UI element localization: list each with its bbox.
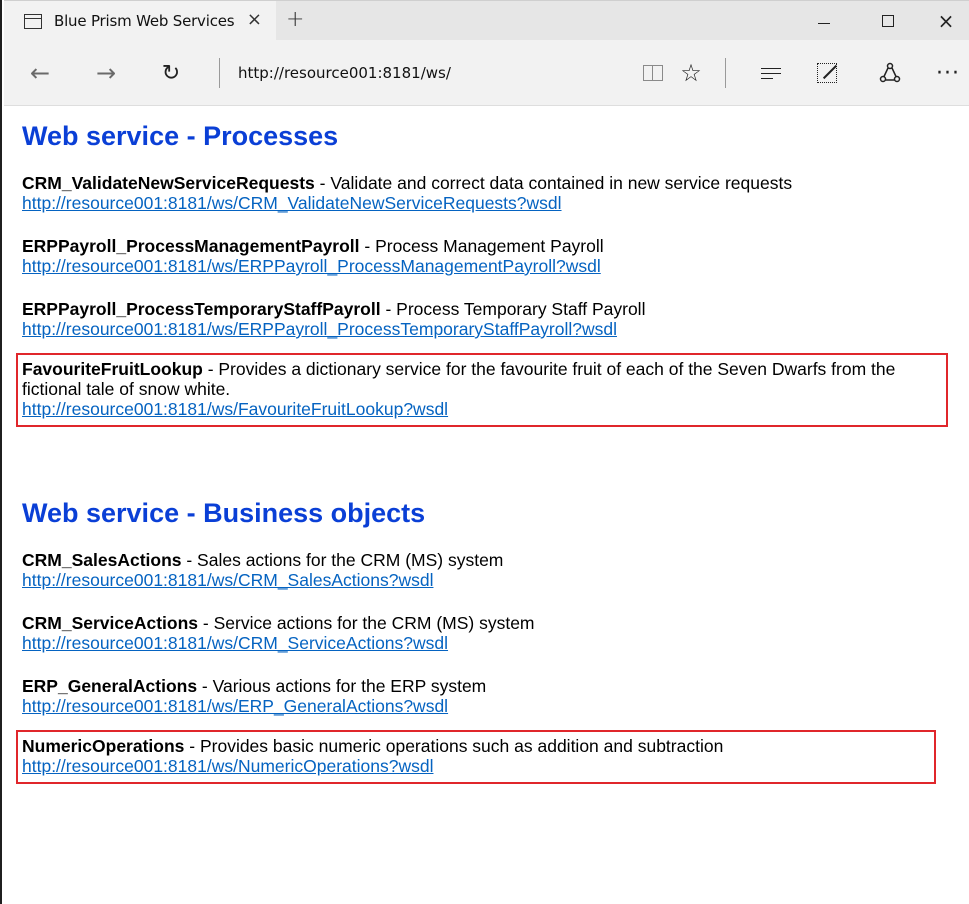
more-button[interactable]: ··· — [933, 58, 963, 88]
page-icon — [24, 13, 42, 29]
web-note-button[interactable] — [812, 58, 842, 88]
service-name: CRM_SalesActions — [22, 550, 182, 570]
business-objects-heading: Web service - Business objects — [22, 498, 426, 528]
processes-heading: Web service - Processes — [22, 121, 339, 151]
maximize-icon — [882, 15, 894, 27]
page-content: Web service - Processes CRM_ValidateNewS… — [16, 106, 969, 784]
forward-button[interactable]: → — [90, 58, 122, 88]
list-item: CRM_ValidateNewServiceRequests - Validat… — [22, 173, 969, 213]
maximize-button[interactable] — [859, 1, 917, 41]
list-item: ERPPayroll_ProcessManagementPayroll - Pr… — [22, 236, 969, 276]
service-description: - Process Temporary Staff Payroll — [380, 299, 646, 319]
list-item: ERPPayroll_ProcessTemporaryStaffPayroll … — [22, 299, 969, 339]
forward-arrow-icon: → — [95, 59, 117, 87]
nav-divider — [219, 58, 220, 88]
share-button[interactable] — [875, 58, 905, 88]
list-item: ERP_GeneralActions - Various actions for… — [22, 676, 969, 716]
minimize-button[interactable] — [795, 1, 853, 41]
service-name: ERPPayroll_ProcessManagementPayroll — [22, 236, 360, 256]
wsdl-link[interactable]: http://resource001:8181/ws/CRM_ServiceAc… — [22, 633, 448, 653]
service-name: FavouriteFruitLookup — [22, 359, 203, 379]
service-description: - Process Management Payroll — [359, 236, 604, 256]
web-note-icon — [817, 63, 837, 83]
toolbar-divider — [725, 58, 726, 88]
service-name: CRM_ValidateNewServiceRequests — [22, 173, 315, 193]
share-icon — [879, 62, 901, 83]
more-icon: ··· — [936, 60, 960, 86]
address-bar[interactable]: http://resource001:8181/ws/ — [238, 60, 451, 86]
service-description: - Various actions for the ERP system — [197, 676, 487, 696]
service-description: - Validate and correct data contained in… — [314, 173, 793, 193]
processes-list: CRM_ValidateNewServiceRequests - Validat… — [16, 173, 969, 427]
service-name: ERP_GeneralActions — [22, 676, 198, 696]
favorite-button[interactable]: ☆ — [676, 58, 706, 88]
service-description: - Sales actions for the CRM (MS) system — [181, 550, 504, 570]
title-bar: Blue Prism Web Services × + × — [4, 0, 969, 41]
wsdl-link[interactable]: http://resource001:8181/ws/FavouriteFrui… — [22, 399, 448, 419]
reading-view-icon — [643, 65, 663, 81]
new-tab-icon[interactable]: + — [286, 7, 304, 33]
navigation-bar: ← → ↻ http://resource001:8181/ws/ ☆ ··· — [4, 40, 969, 106]
close-window-button[interactable]: × — [917, 1, 969, 41]
hub-icon — [761, 64, 781, 83]
wsdl-link[interactable]: http://resource001:8181/ws/ERP_GeneralAc… — [22, 696, 448, 716]
refresh-icon: ↻ — [161, 60, 181, 86]
tab-close-icon[interactable]: × — [247, 10, 262, 30]
back-arrow-icon: ← — [29, 59, 51, 87]
service-name: NumericOperations — [22, 736, 185, 756]
back-button[interactable]: ← — [24, 58, 56, 88]
wsdl-link[interactable]: http://resource001:8181/ws/NumericOperat… — [22, 756, 433, 776]
wsdl-link[interactable]: http://resource001:8181/ws/ERPPayroll_Pr… — [22, 319, 617, 339]
browser-tab[interactable]: Blue Prism Web Services × — [4, 1, 276, 41]
refresh-button[interactable]: ↻ — [155, 58, 187, 88]
reading-view-button[interactable] — [638, 58, 668, 88]
highlighted-list-item: NumericOperations - Provides basic numer… — [16, 730, 936, 784]
browser-window: Blue Prism Web Services × + × ← → ↻ http… — [0, 0, 969, 904]
wsdl-link[interactable]: http://resource001:8181/ws/CRM_ValidateN… — [22, 193, 562, 213]
wsdl-link[interactable]: http://resource001:8181/ws/ERPPayroll_Pr… — [22, 256, 601, 276]
tab-title: Blue Prism Web Services — [54, 12, 235, 30]
wsdl-link[interactable]: http://resource001:8181/ws/CRM_SalesActi… — [22, 570, 433, 590]
highlighted-list-item: FavouriteFruitLookup - Provides a dictio… — [16, 353, 948, 427]
business-objects-list: CRM_SalesActions - Sales actions for the… — [16, 550, 969, 784]
star-icon: ☆ — [680, 59, 702, 87]
service-description: - Provides basic numeric operations such… — [184, 736, 724, 756]
hub-button[interactable] — [756, 58, 786, 88]
service-description: - Service actions for the CRM (MS) syste… — [198, 613, 535, 633]
list-item: CRM_SalesActions - Sales actions for the… — [22, 550, 969, 590]
close-icon: × — [937, 9, 955, 33]
service-name: CRM_ServiceActions — [22, 613, 199, 633]
minimize-icon — [818, 22, 830, 24]
list-item: CRM_ServiceActions - Service actions for… — [22, 613, 969, 653]
service-name: ERPPayroll_ProcessTemporaryStaffPayroll — [22, 299, 381, 319]
